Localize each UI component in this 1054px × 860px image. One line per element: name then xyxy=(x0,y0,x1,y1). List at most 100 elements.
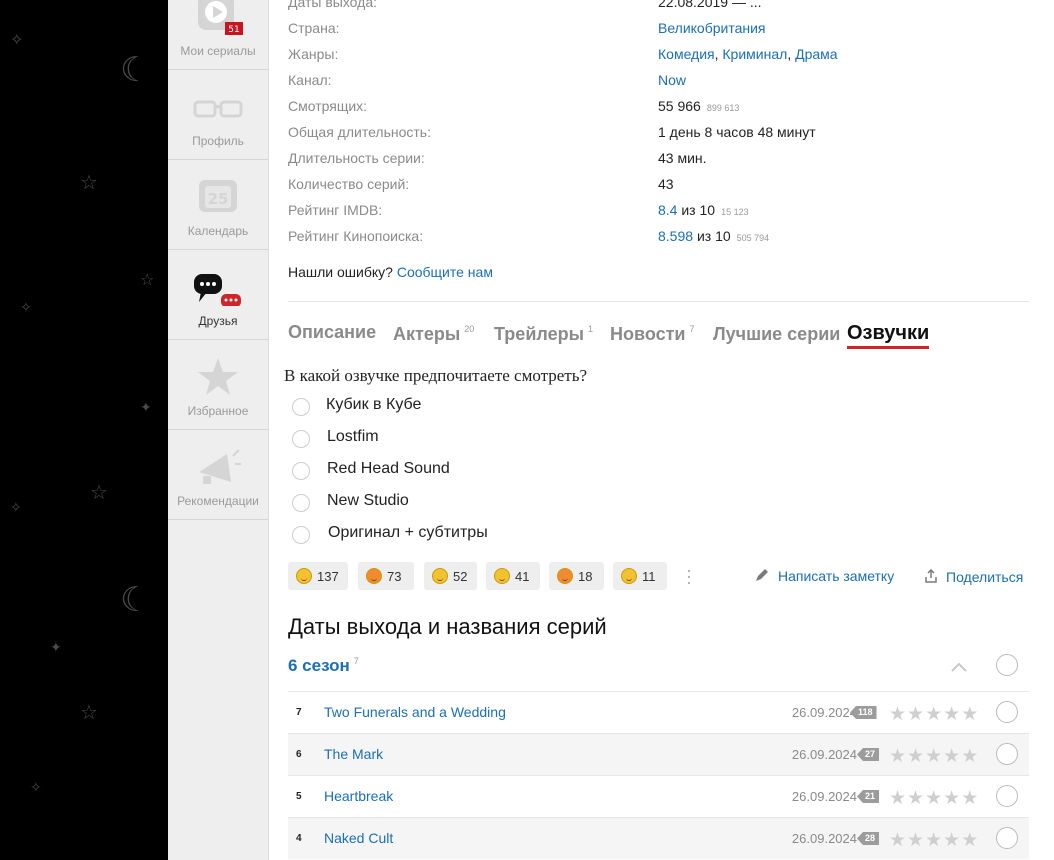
sidebar-item-calendar[interactable]: 25 Календарь xyxy=(168,160,268,250)
tab-dubs[interactable]: Озвучки xyxy=(847,322,930,349)
episode-rating-stars[interactable]: ★★★★★ xyxy=(889,745,979,767)
star-icon[interactable]: ★ xyxy=(925,829,942,851)
error-report-link[interactable]: Сообщите нам xyxy=(397,264,493,280)
genres-list: Комедия, Криминал, Драма xyxy=(658,46,838,62)
episode-title-link[interactable]: Two Funerals and a Wedding xyxy=(324,704,506,720)
star-icon[interactable]: ★ xyxy=(961,703,978,725)
episode-date: 26.09.2024 xyxy=(791,789,857,804)
genre-link[interactable]: Криминал xyxy=(722,46,787,62)
info-label: Количество серий: xyxy=(288,176,410,192)
info-label: Рейтинг Кинопоиска: xyxy=(288,228,424,244)
episode-comments-badge[interactable]: 21 xyxy=(857,790,880,803)
share-icon xyxy=(925,568,937,583)
episode-title-link[interactable]: Naked Cult xyxy=(324,830,393,846)
episode-rating-stars[interactable]: ★★★★★ xyxy=(889,787,979,809)
tab-description[interactable]: Описание xyxy=(288,322,376,343)
channel-link[interactable]: Now xyxy=(658,72,686,88)
star-doodle: ✧ xyxy=(10,500,22,516)
sidebar-item-recommendations[interactable]: Рекомендации xyxy=(168,430,268,520)
imdb-score-link[interactable]: 8.4 xyxy=(658,202,677,218)
tab-news[interactable]: Новости 7 xyxy=(610,324,695,345)
episode-number: 5 xyxy=(296,791,302,802)
star-icon[interactable]: ★ xyxy=(943,703,960,725)
star-icon[interactable]: ★ xyxy=(907,787,924,809)
episode-comments-badge[interactable]: 27 xyxy=(857,748,880,761)
episode-rating-stars[interactable]: ★★★★★ xyxy=(889,829,979,851)
radio-button[interactable] xyxy=(292,462,310,480)
write-note-link[interactable]: Написать заметку xyxy=(754,567,894,584)
chevron-up-icon[interactable] xyxy=(948,656,970,678)
star-icon[interactable]: ★ xyxy=(907,703,924,725)
sidebar-item-friends[interactable]: Друзья xyxy=(168,250,268,340)
star-icon[interactable]: ★ xyxy=(943,787,960,809)
star-icon[interactable]: ★ xyxy=(925,703,942,725)
reaction-button[interactable]: 52 xyxy=(424,562,477,590)
star-icon[interactable]: ★ xyxy=(961,787,978,809)
moon-doodle: ☾ xyxy=(120,50,151,90)
star-icon[interactable]: ★ xyxy=(925,787,942,809)
radio-button[interactable] xyxy=(292,494,310,512)
star-icon[interactable]: ★ xyxy=(961,829,978,851)
reaction-button[interactable]: 18 xyxy=(549,562,604,590)
sidebar-item-label: Мои сериалы xyxy=(180,44,256,58)
radio-button[interactable] xyxy=(292,526,310,544)
star-icon[interactable]: ★ xyxy=(889,745,906,767)
star-icon[interactable]: ★ xyxy=(889,703,906,725)
tab-best-episodes[interactable]: Лучшие серии xyxy=(713,324,840,345)
share-link[interactable]: Поделиться xyxy=(924,568,1023,585)
episode-watched-toggle[interactable] xyxy=(996,827,1018,849)
episode-rating-stars[interactable]: ★★★★★ xyxy=(889,703,979,725)
blushing-face-icon xyxy=(557,568,573,584)
reaction-button[interactable]: 11 xyxy=(613,562,667,590)
write-note-label: Написать заметку xyxy=(778,568,895,584)
radio-button[interactable] xyxy=(292,398,310,416)
sidebar-item-profile[interactable]: Профиль xyxy=(168,70,268,160)
episode-watched-toggle[interactable] xyxy=(996,743,1018,765)
tab-actors[interactable]: Актеры 20 xyxy=(393,324,474,345)
sidebar: 51 Мои сериалы Профиль 25 Календарь Друз… xyxy=(168,0,269,860)
episode-comments-badge[interactable]: 28 xyxy=(857,832,880,845)
sidebar-item-my-series[interactable]: 51 Мои сериалы xyxy=(168,0,268,70)
radio-button[interactable] xyxy=(292,430,310,448)
reaction-button[interactable]: 73 xyxy=(358,562,414,590)
reaction-button[interactable]: 137 xyxy=(288,562,348,590)
sleepy-face-icon xyxy=(432,568,448,584)
episode-title-link[interactable]: The Mark xyxy=(324,746,383,762)
info-value: 22.08.2019 — ... xyxy=(658,0,762,10)
kinopoisk-rating: 8.598 из 10 505 794 xyxy=(658,228,769,244)
disappointed-face-icon xyxy=(494,568,510,584)
calendar-icon: 25 xyxy=(199,180,237,212)
country-link[interactable]: Великобритания xyxy=(658,20,766,36)
episode-row: 6 The Mark 26.09.2024 27 ★★★★★ xyxy=(288,733,1029,775)
sidebar-item-favorites[interactable]: Избранное xyxy=(168,340,268,430)
episode-watched-toggle[interactable] xyxy=(996,701,1018,723)
reaction-button[interactable]: 41 xyxy=(486,562,540,590)
background-doodles: ☾ ✧ ☆ ☆ ✧ ☾ ☆ ☆ ✧ ✧ ✦ ✦ xyxy=(0,0,168,860)
star-doodle: ✦ xyxy=(50,640,62,656)
kinopoisk-score-link[interactable]: 8.598 xyxy=(658,228,693,244)
tab-trailers[interactable]: Трейлеры 1 xyxy=(494,324,593,345)
episode-watched-toggle[interactable] xyxy=(996,785,1018,807)
reaction-count: 11 xyxy=(642,569,656,584)
star-icon[interactable]: ★ xyxy=(889,829,906,851)
tab-label: Лучшие серии xyxy=(713,324,841,344)
more-reactions-icon[interactable]: · · · xyxy=(686,561,692,591)
star-icon[interactable]: ★ xyxy=(907,745,924,767)
star-icon[interactable]: ★ xyxy=(943,829,960,851)
tab-label: Трейлеры xyxy=(494,324,584,344)
season-watched-toggle[interactable] xyxy=(996,654,1018,676)
season-header[interactable]: 6 сезон 7 xyxy=(288,656,359,676)
genre-link[interactable]: Драма xyxy=(795,46,837,62)
star-icon[interactable]: ★ xyxy=(889,787,906,809)
genre-link[interactable]: Комедия xyxy=(658,46,715,62)
star-icon xyxy=(198,358,238,395)
info-label: Жанры: xyxy=(288,46,339,62)
star-doodle: ✧ xyxy=(30,780,42,796)
sidebar-item-label: Профиль xyxy=(192,134,244,148)
star-icon[interactable]: ★ xyxy=(961,745,978,767)
episode-title-link[interactable]: Heartbreak xyxy=(324,788,393,804)
star-icon[interactable]: ★ xyxy=(925,745,942,767)
star-icon[interactable]: ★ xyxy=(907,829,924,851)
star-doodle: ☆ xyxy=(90,480,108,504)
star-icon[interactable]: ★ xyxy=(943,745,960,767)
